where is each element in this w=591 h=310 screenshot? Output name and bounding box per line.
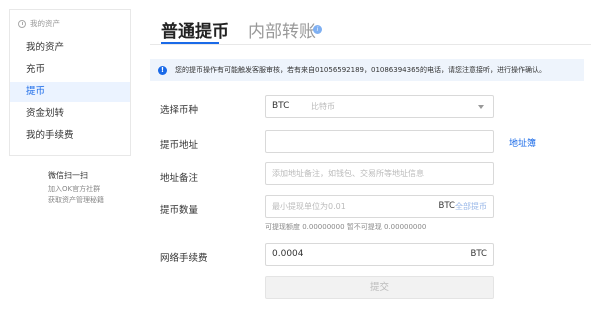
fee-value: 0.0004 [272, 249, 304, 259]
sidebar-header: 我的资产 [18, 18, 60, 29]
fee-input[interactable]: 0.0004 BTC [265, 243, 494, 266]
coin-label: 选择币种 [160, 105, 199, 116]
qr-line-2: 获取资产管理秘籍 [48, 196, 104, 204]
coin-select-subname: 比特币 [311, 102, 335, 111]
amount-label: 提币数量 [160, 205, 199, 216]
info-icon[interactable]: i [313, 25, 322, 34]
tabs-divider [150, 44, 591, 45]
sidebar-item-transfer[interactable]: 资金划转 [10, 104, 130, 124]
notice-text: 您的提币操作有可能触发客服审核，若有来自01056592189，01086394… [175, 66, 546, 74]
remark-label: 地址备注 [160, 173, 199, 184]
sidebar: 我的资产 我的资产 充币 提币 资金划转 我的手续费 [9, 9, 131, 156]
coin-select-value: BTC [272, 101, 290, 111]
amount-unit: BTC [438, 201, 455, 211]
tab-internal-transfer[interactable]: 内部转账 [248, 17, 316, 42]
qr-line-1: 加入OK官方社群 [48, 185, 101, 193]
amount-hint: 可提现额度 0.00000000 暂不可提现 0.00000000 [265, 223, 427, 231]
coin-select[interactable]: BTC 比特币 [265, 95, 494, 118]
submit-button[interactable]: 提交 [265, 276, 494, 299]
withdraw-all-link[interactable]: 全部提币 [455, 196, 487, 217]
address-label: 提币地址 [160, 140, 199, 151]
info-icon: ! [158, 65, 167, 75]
remark-input[interactable]: 添加地址备注，如钱包、交易所等地址信息 [265, 162, 494, 185]
fee-unit: BTC [470, 249, 487, 259]
chevron-down-icon [478, 105, 484, 109]
sidebar-item-deposit[interactable]: 充币 [10, 60, 130, 80]
fee-label: 网络手续费 [160, 253, 208, 264]
amount-placeholder: 最小提现单位为0.01 [272, 202, 346, 211]
remark-placeholder: 添加地址备注，如钱包、交易所等地址信息 [272, 169, 424, 178]
address-book-link[interactable]: 地址簿 [509, 136, 536, 149]
sidebar-item-my-assets[interactable]: 我的资产 [10, 38, 130, 58]
notice-banner: ! 您的提币操作有可能触发客服审核，若有来自01056592189，010863… [150, 59, 584, 81]
qr-title: 微信扫一扫 [48, 171, 88, 180]
sidebar-header-label: 我的资产 [30, 19, 60, 28]
sidebar-item-my-fees[interactable]: 我的手续费 [10, 126, 130, 146]
sidebar-item-withdraw[interactable]: 提币 [10, 82, 130, 102]
clock-icon [18, 19, 26, 28]
amount-input[interactable]: 最小提现单位为0.01 BTC 全部提币 [265, 195, 494, 218]
tab-normal-withdraw[interactable]: 普通提币 [161, 17, 229, 42]
address-input[interactable] [265, 130, 494, 153]
